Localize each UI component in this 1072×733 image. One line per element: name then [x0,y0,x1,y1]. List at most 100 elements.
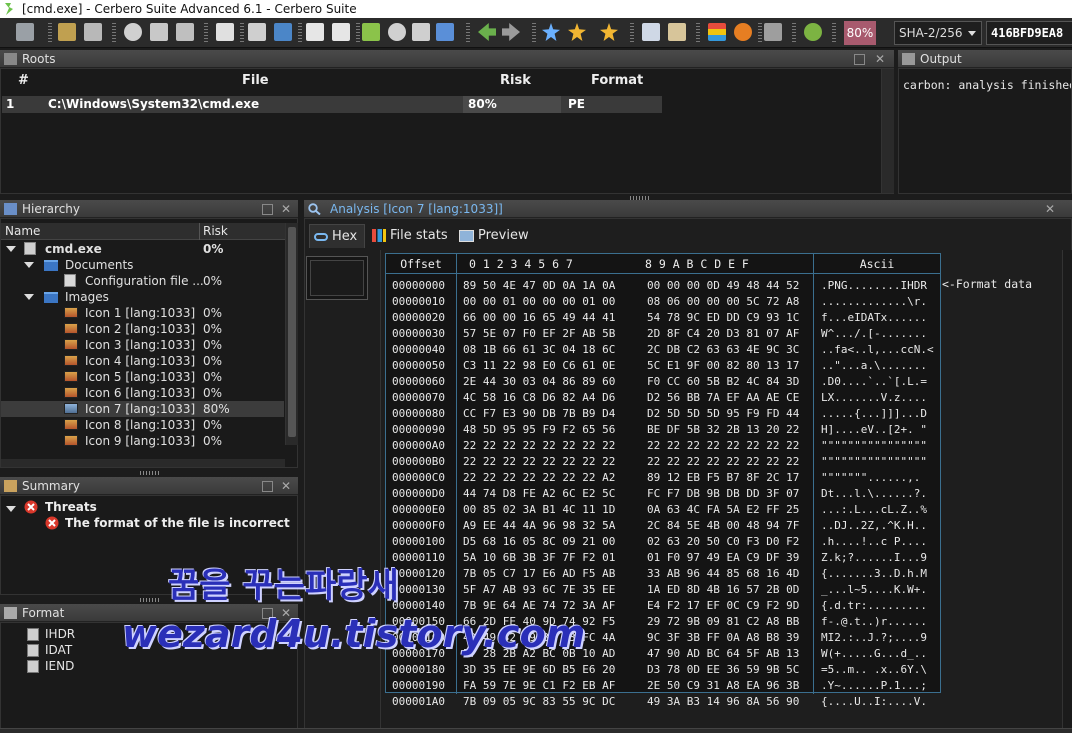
maximize-icon[interactable] [262,204,273,215]
tree-item-icon[interactable]: Icon 4 [lang:1033] [85,353,195,369]
hex-offset[interactable]: 00000030 [392,326,445,342]
edit-icon[interactable] [668,23,686,41]
window-icon[interactable] [216,23,234,41]
hex-ascii[interactable]: """""""""""""""" [821,438,927,454]
hex-ascii[interactable]: {.d.tr:......... [821,598,927,614]
hex-ascii[interactable]: .."...a.\....... [821,358,927,374]
hex-offset[interactable]: 00000050 [392,358,445,374]
gear-icon[interactable] [124,23,142,41]
hex-offset[interactable]: 00000170 [392,646,445,662]
hex-ascii[interactable]: f...eIDATx...... [821,310,927,326]
hex-offset[interactable]: 00000190 [392,678,445,694]
hex-bytes-left[interactable]: 57 28 2B A2 BC 0B 10 AD [463,646,615,662]
hex-bytes-right[interactable]: F0 CC 60 5B B2 4C 84 3D [647,374,799,390]
hex-bytes-right[interactable]: 5C E1 9F 00 82 80 13 17 [647,358,799,374]
hex-bytes-right[interactable]: FC F7 DB 9B DB DD 3F 07 [647,486,799,502]
splitter-handle[interactable] [140,471,160,475]
hex-ascii[interactable]: {....U..I:....V. [821,694,927,710]
format-item-ihdr[interactable]: IHDR [45,627,75,641]
hex-ascii[interactable]: W(+.....G...d_.. [821,646,927,662]
hex-offset[interactable]: 00000130 [392,582,445,598]
tree-item-icon[interactable]: Icon 3 [lang:1033] [85,337,195,353]
hash-value-field[interactable]: 416BFD9EA8 [986,21,1072,45]
hex-bytes-left[interactable]: 44 74 D8 FE A2 6C E2 5C [463,486,615,502]
roots-scrollbar[interactable] [881,69,894,193]
hex-bytes-left[interactable]: A9 EE 44 4A 96 98 32 5A [463,518,615,534]
hex-offset[interactable]: 00000110 [392,550,445,566]
maximize-icon[interactable] [262,481,273,492]
chevron-down-icon[interactable] [24,294,34,300]
hex-ascii[interactable]: Z.k;?......I...9 [821,550,927,566]
hex-ascii[interactable]: LX.......V.z.... [821,390,927,406]
tree-icon[interactable] [362,23,380,41]
hex-ascii[interactable]: .....{...]]]...D [821,406,927,422]
panel-icon[interactable] [306,23,324,41]
threat-item[interactable]: The format of the file is incorrect [65,516,290,530]
hex-overview-thumbnail[interactable] [306,256,368,300]
close-icon[interactable]: ✕ [1044,202,1056,216]
tree-item-icon[interactable]: Icon 1 [lang:1033] [85,305,195,321]
hex-bytes-right[interactable]: 08 06 00 00 00 5C 72 A8 [647,294,799,310]
hex-offset[interactable]: 00000140 [392,598,445,614]
splitter-handle[interactable] [140,598,160,602]
hex-bytes-left[interactable]: 4D 49 32 E9 3A D3 FC 4A [463,630,615,646]
chevron-down-icon[interactable] [6,246,16,252]
roots-row-file[interactable]: C:\Windows\System32\cmd.exe [48,97,259,111]
tree-item-config[interactable]: Configuration file ... [85,273,204,289]
tree-item-icon[interactable]: Icon 5 [lang:1033] [85,369,195,385]
threats-group[interactable]: Threats [45,500,97,514]
hex-bytes-left[interactable]: 22 22 22 22 22 22 22 22 [463,454,615,470]
layout-icon[interactable] [708,23,726,41]
hex-offset[interactable]: 000000E0 [392,502,445,518]
hex-bytes-right[interactable]: 00 00 00 0D 49 48 44 52 [647,278,799,294]
hex-ascii[interactable]: .PNG........IHDR [821,278,927,294]
format-item-idat[interactable]: IDAT [45,643,72,657]
refresh-icon[interactable] [274,23,292,41]
hex-bytes-right[interactable]: 1A ED 8D 4B 16 57 2B 0D [647,582,799,598]
hex-bytes-left[interactable]: CC F7 E3 90 DB 7B B9 D4 [463,406,615,422]
hex-ascii[interactable]: MI2.:..J.?;....9 [821,630,927,646]
hex-bytes-right[interactable]: 89 12 EB F5 B7 8F 2C 17 [647,470,799,486]
close-icon[interactable]: ✕ [280,606,292,620]
hex-offset[interactable]: 00000060 [392,374,445,390]
hex-ascii[interactable]: ..fa<..l,...ccN.< [821,342,934,358]
hex-ascii[interactable]: {.......3..D.h.M [821,566,927,582]
hex-bytes-left[interactable]: 00 00 01 00 00 00 01 00 [463,294,615,310]
hierarchy-vscrollbar[interactable] [285,223,298,445]
hex-bytes-left[interactable]: 7B 05 C7 17 E6 AD F5 AB [463,566,615,582]
open-icon[interactable] [16,23,34,41]
hex-bytes-right[interactable]: 22 22 22 22 22 22 22 22 [647,454,799,470]
star-add-icon[interactable] [542,23,560,41]
hex-ascii[interactable]: .h....!..c P.... [821,534,927,550]
hex-bytes-right[interactable]: 29 72 9B 09 81 C2 A8 BB [647,614,799,630]
hex-bytes-left[interactable]: 7B 9E 64 AE 74 72 3A AF [463,598,615,614]
tab-preview[interactable]: Preview [456,224,534,248]
disk-icon[interactable] [642,23,660,41]
hex-offset[interactable]: 000000D0 [392,486,445,502]
save-icon[interactable] [248,23,266,41]
tree-item-images[interactable]: Images [65,289,109,305]
hex-bytes-right[interactable]: E4 F2 17 EF 0C C9 F2 9D [647,598,799,614]
hex-offset[interactable]: 000000B0 [392,454,445,470]
hex-bytes-right[interactable]: 2E 50 C9 31 A8 EA 96 3B [647,678,799,694]
close-icon[interactable]: ✕ [280,202,292,216]
hex-bytes-right[interactable]: 49 3A B3 14 96 8A 56 90 [647,694,799,710]
hex-bytes-right[interactable]: 2D 8F C4 20 D3 81 07 AF [647,326,799,342]
hex-offset[interactable]: 00000090 [392,422,445,438]
document-icon[interactable] [176,23,194,41]
hex-bytes-left[interactable]: C3 11 22 98 E0 C6 61 0E [463,358,615,374]
hex-bytes-right[interactable]: 2C 84 5E 4B 00 48 94 7F [647,518,799,534]
tree-item-icon[interactable]: Icon 8 [lang:1033] [85,417,195,433]
hex-bytes-left[interactable]: 3D 35 EE 9E 6D B5 E6 20 [463,662,615,678]
hex-bytes-right[interactable]: 33 AB 96 44 85 68 16 4D [647,566,799,582]
tree-item-icon[interactable]: Icon 6 [lang:1033] [85,385,195,401]
hex-bytes-right[interactable]: D3 78 0D EE 36 59 9B 5C [647,662,799,678]
hex-ascii[interactable]: W^.../.[-....... [821,326,927,342]
inspect-icon[interactable] [150,23,168,41]
hex-bytes-right[interactable]: 9C 3F 3B FF 0A A8 B8 39 [647,630,799,646]
filter-icon[interactable] [436,23,454,41]
hex-bytes-right[interactable]: 2C DB C2 63 63 4E 9C 3C [647,342,799,358]
hex-bytes-right[interactable]: D2 5D 5D 5D 95 F9 FD 44 [647,406,799,422]
hex-bytes-left[interactable]: 2E 44 30 03 04 86 89 60 [463,374,615,390]
tree-item-icon-selected[interactable]: Icon 7 [lang:1033] [85,401,195,417]
